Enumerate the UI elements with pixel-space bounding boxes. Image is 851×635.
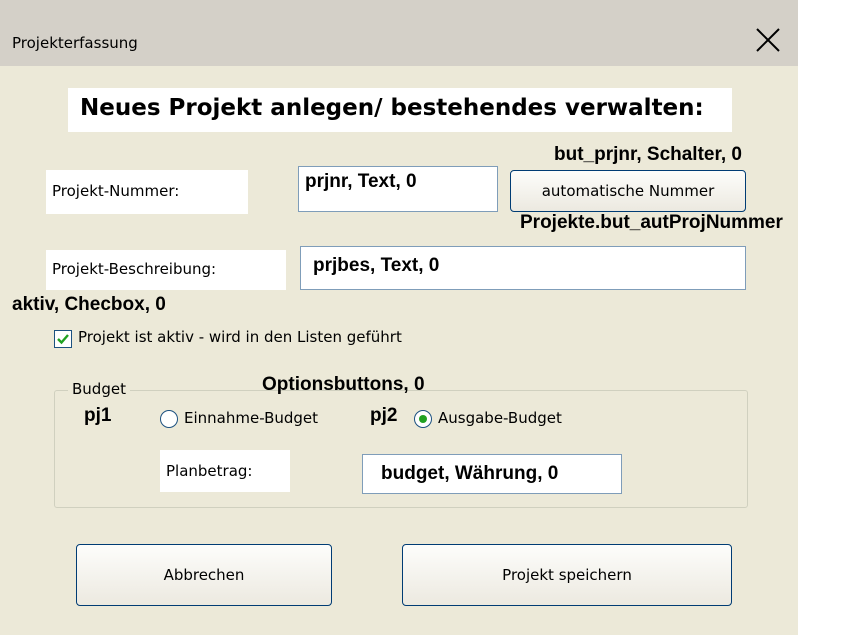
checkbox-annotation: aktiv, Checbox, 0 xyxy=(12,294,166,315)
auto-number-button[interactable]: automatische Nummer xyxy=(510,170,746,212)
planned-amount-input[interactable]: budget, Währung, 0 xyxy=(362,454,622,494)
window-title: Projekterfassung xyxy=(12,34,138,52)
income-budget-label: Einnahme-Budget xyxy=(184,409,319,427)
cancel-button[interactable]: Abbrechen xyxy=(76,544,332,606)
expense-budget-radio[interactable] xyxy=(414,410,432,428)
income-budget-radio[interactable] xyxy=(160,410,178,428)
checkmark-icon xyxy=(57,334,69,345)
button-macro-annotation: Projekte.but_autProjNummer xyxy=(520,212,783,233)
radio-selected-dot xyxy=(419,415,427,423)
button-annotation: but_prjnr, Schalter, 0 xyxy=(554,144,742,165)
active-checkbox[interactable] xyxy=(54,330,72,348)
option2-annotation: pj2 xyxy=(370,405,398,426)
planned-amount-label: Planbetrag: xyxy=(160,450,290,492)
budget-group-label: Budget xyxy=(68,380,130,398)
project-number-input[interactable]: prjnr, Text, 0 xyxy=(298,166,498,212)
project-description-input[interactable]: prjbes, Text, 0 xyxy=(300,246,746,290)
project-number-label: Projekt-Nummer: xyxy=(46,170,248,214)
close-button[interactable] xyxy=(752,24,784,56)
expense-budget-label: Ausgabe-Budget xyxy=(438,409,562,427)
save-project-button[interactable]: Projekt speichern xyxy=(402,544,732,606)
project-dialog: Projekterfassung Neues Projekt anlegen/ … xyxy=(0,0,798,635)
close-icon xyxy=(756,28,780,52)
title-bar: Projekterfassung xyxy=(0,0,798,66)
dialog-heading: Neues Projekt anlegen/ bestehendes verwa… xyxy=(68,88,732,132)
options-annotation: Optionsbuttons, 0 xyxy=(262,374,425,395)
active-checkbox-label: Projekt ist aktiv - wird in den Listen g… xyxy=(78,328,402,346)
option1-annotation: pj1 xyxy=(84,405,112,426)
project-description-label: Projekt-Beschreibung: xyxy=(46,250,286,290)
